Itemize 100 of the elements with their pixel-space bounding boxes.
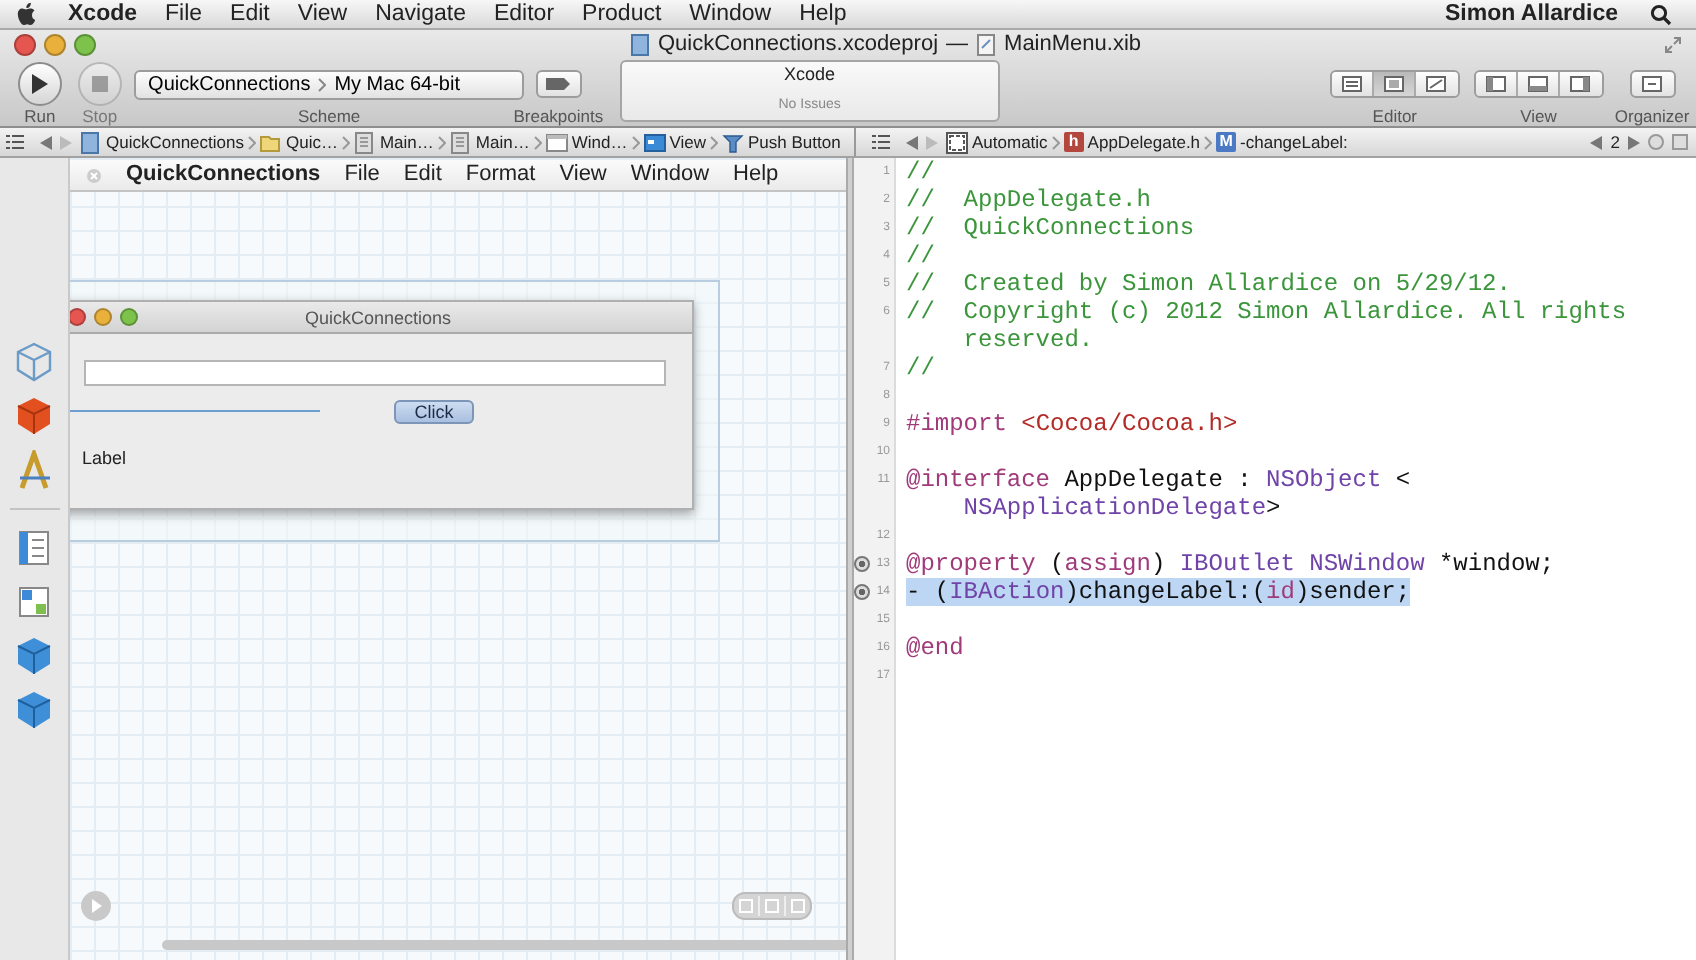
menu-item[interactable]: Editor <box>479 0 569 28</box>
menu-item[interactable]: Window <box>675 0 786 28</box>
close-button[interactable] <box>14 33 36 55</box>
run-button[interactable] <box>17 62 62 106</box>
menu-item[interactable]: QuickConnections <box>114 160 333 190</box>
editor-segmented-control[interactable] <box>1329 70 1460 98</box>
assistant-editor-button[interactable] <box>1373 72 1416 96</box>
chevron-icon <box>631 135 640 149</box>
code-line: // AppDelegate.h <box>904 186 1153 214</box>
code-line: // Created by Simon Allardice on 5/29/12. <box>904 270 1513 298</box>
apple-icon[interactable] <box>16 2 38 26</box>
play-icon <box>30 74 49 94</box>
chevron-icon <box>1204 135 1213 149</box>
view-segmented-control[interactable] <box>1473 70 1604 98</box>
search-icon[interactable] <box>1650 3 1672 25</box>
project-file-icon <box>630 33 650 55</box>
jump-bar-item[interactable]: View <box>643 128 706 156</box>
navigator-toggle-button[interactable] <box>1475 72 1518 96</box>
organizer-button[interactable] <box>1629 70 1676 98</box>
menu-item[interactable]: View <box>547 160 619 190</box>
document-title: MainMenu.xib <box>1004 29 1142 60</box>
jump-bar-item[interactable]: QuickConnections <box>80 128 244 156</box>
chevron-icon <box>437 135 446 149</box>
menu-item[interactable]: Navigate <box>361 0 480 28</box>
jump-bar-item[interactable]: M -changeLabel: <box>1216 128 1348 156</box>
utilities-toggle-button[interactable] <box>1559 72 1602 96</box>
jump-bar-item[interactable]: Main… <box>449 128 530 156</box>
close-editor-icon[interactable] <box>1672 134 1688 150</box>
code-line: // QuickConnections <box>904 214 1197 242</box>
connection-icon[interactable] <box>854 556 870 572</box>
zoom-controls-icon[interactable] <box>732 892 812 920</box>
menu-item[interactable]: Xcode <box>54 0 152 28</box>
jump-bar-item[interactable]: Wind… <box>545 128 628 156</box>
jump-bar-item[interactable]: Main… <box>353 128 434 156</box>
menu-item[interactable]: Help <box>721 160 791 190</box>
related-items-icon[interactable] <box>6 134 24 150</box>
next-icon[interactable] <box>1628 135 1640 149</box>
previous-icon[interactable] <box>1590 135 1603 149</box>
text-field[interactable] <box>84 360 666 386</box>
breakpoints-button[interactable] <box>535 70 582 98</box>
menu-item[interactable]: File <box>332 160 392 190</box>
activity-title: Xcode <box>782 62 838 88</box>
code-line: // <box>904 354 937 382</box>
close-button[interactable] <box>70 308 86 326</box>
cube-icon[interactable] <box>14 396 54 436</box>
code-line: // Copyright (c) 2012 Simon Allardice. All rights reserved. <box>904 298 1629 354</box>
chevron-icon <box>710 135 718 149</box>
menu-item[interactable]: View <box>283 0 362 28</box>
menu-item[interactable]: Product <box>568 0 676 28</box>
title-separator: — <box>946 29 969 60</box>
fullscreen-icon[interactable] <box>1664 35 1682 53</box>
grid-icon[interactable] <box>14 582 54 622</box>
minimize-button[interactable] <box>94 308 112 326</box>
jump-bar-item[interactable]: h AppDelegate.h <box>1063 128 1201 156</box>
label-text: Label <box>82 446 127 472</box>
stop-label: Stop <box>82 106 118 126</box>
zoom-button[interactable] <box>74 33 96 55</box>
view-icon <box>643 131 666 153</box>
user-name[interactable]: Simon Allardice <box>1445 0 1618 28</box>
stop-icon <box>91 76 108 92</box>
minimize-button[interactable] <box>44 33 66 55</box>
version-editor-button[interactable] <box>1415 72 1458 96</box>
zoom-button[interactable] <box>120 308 138 326</box>
list-icon[interactable] <box>14 528 54 568</box>
run-label: Run <box>24 106 56 126</box>
menu-item[interactable]: Edit <box>216 0 284 28</box>
jump-bar-item[interactable]: Push Button <box>722 128 841 156</box>
back-arrow-icon[interactable] <box>906 135 918 149</box>
standard-editor-button[interactable] <box>1331 72 1374 96</box>
project-icon <box>80 131 102 153</box>
chevron-icon <box>533 135 542 149</box>
panel-icon <box>1383 76 1404 92</box>
lines-icon <box>1341 76 1362 92</box>
cube-icon[interactable] <box>14 690 54 730</box>
chevron-icon <box>1051 135 1060 149</box>
menu-item[interactable]: Window <box>618 160 722 190</box>
debug-area-toggle-button[interactable] <box>1517 72 1560 96</box>
menu-item[interactable]: File <box>151 0 217 28</box>
organizer-label: Organizer <box>1614 106 1690 126</box>
cube-icon[interactable] <box>14 636 54 676</box>
menu-item[interactable]: Edit <box>391 160 454 190</box>
scrollbar-thumb[interactable] <box>162 940 846 950</box>
push-button[interactable]: Click <box>394 400 474 424</box>
window-title: QuickConnections.xcodeproj <box>658 29 939 60</box>
menu-item[interactable]: Format <box>453 160 548 190</box>
scheme-popup[interactable]: QuickConnections My Mac 64-bit <box>134 69 525 99</box>
jump-bar-item[interactable]: Automatic <box>946 128 1048 156</box>
jump-bar-item[interactable]: Quic… <box>259 128 338 156</box>
add-editor-icon[interactable] <box>1648 134 1664 150</box>
window-icon <box>545 131 568 153</box>
back-arrow-icon[interactable] <box>40 135 52 149</box>
left-panel-icon <box>1485 76 1506 92</box>
menu-item[interactable]: Help <box>785 0 861 28</box>
code-line: #import <Cocoa/Cocoa.h> <box>904 410 1240 438</box>
view-label: View <box>1520 106 1557 126</box>
related-items-icon[interactable] <box>872 134 890 150</box>
cube-icon[interactable] <box>14 342 54 382</box>
connection-icon[interactable] <box>854 584 870 600</box>
scheme-label: Scheme <box>297 106 361 126</box>
code-line: @interface AppDelegate : NSObject < NSApplicationDelegate> <box>904 466 1413 522</box>
